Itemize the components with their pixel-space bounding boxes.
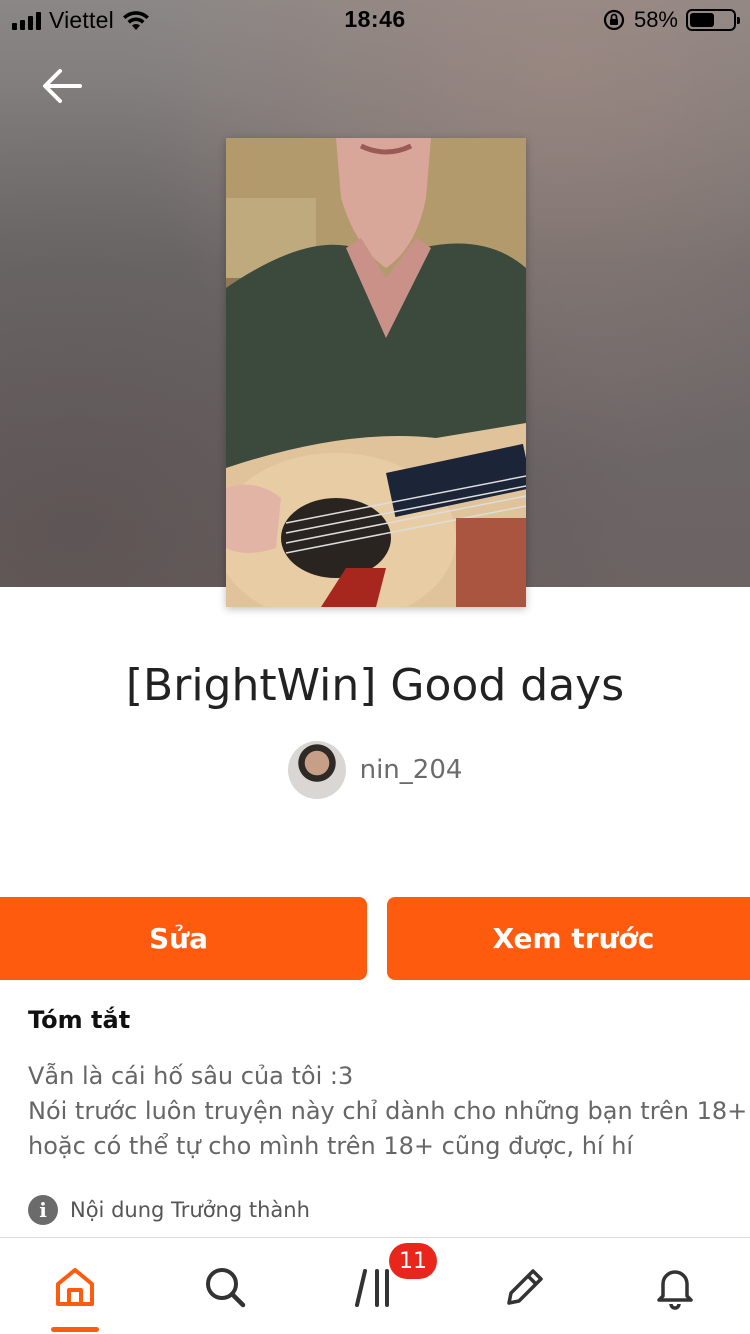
story-title: [BrightWin] Good days (125, 660, 625, 711)
battery-icon (686, 9, 740, 31)
tab-write[interactable] (450, 1238, 600, 1334)
summary-text: Vẫn là cái hố sâu của tôi :3 Nói trước l… (28, 1059, 748, 1164)
summary-line: hoặc có thể tự cho mình trên 18+ cũng đư… (28, 1132, 634, 1160)
pencil-icon (507, 1268, 543, 1305)
library-icon (355, 1268, 389, 1307)
bottom-tab-bar (0, 1237, 750, 1334)
preview-button[interactable]: Xem trước (387, 897, 750, 980)
status-right: 58% (602, 7, 740, 33)
tab-home[interactable] (0, 1238, 150, 1334)
battery-percent: 58% (633, 7, 678, 32)
home-icon (56, 1267, 94, 1306)
author-name[interactable]: nin_204 (360, 755, 463, 785)
rotation-lock-icon (603, 9, 625, 31)
search-icon (206, 1267, 246, 1307)
summary-line: Nói trước luôn truyện này chỉ dành cho n… (28, 1097, 748, 1125)
bell-icon (657, 1269, 693, 1310)
library-badge: 11 (389, 1243, 437, 1279)
arrow-left-icon (43, 69, 82, 103)
info-icon: i (28, 1195, 58, 1225)
author-avatar[interactable] (287, 741, 346, 799)
edit-button[interactable]: Sửa (0, 897, 367, 980)
active-tab-indicator (51, 1327, 99, 1332)
author-row[interactable]: nin_204 (0, 741, 750, 799)
mature-content-notice: i Nội dung Trưởng thành (28, 1195, 310, 1225)
tab-notifications[interactable] (600, 1238, 750, 1334)
status-bar: Viettel 18:46 58% (0, 0, 750, 40)
back-button[interactable] (34, 58, 90, 114)
summary-line: Vẫn là cái hố sâu của tôi :3 (28, 1062, 354, 1090)
tab-search[interactable] (150, 1238, 300, 1334)
summary-heading: Tóm tắt (28, 1006, 131, 1034)
mature-content-label: Nội dung Trưởng thành (70, 1198, 310, 1222)
story-cover-image (226, 138, 526, 607)
battery-fill (690, 13, 715, 27)
